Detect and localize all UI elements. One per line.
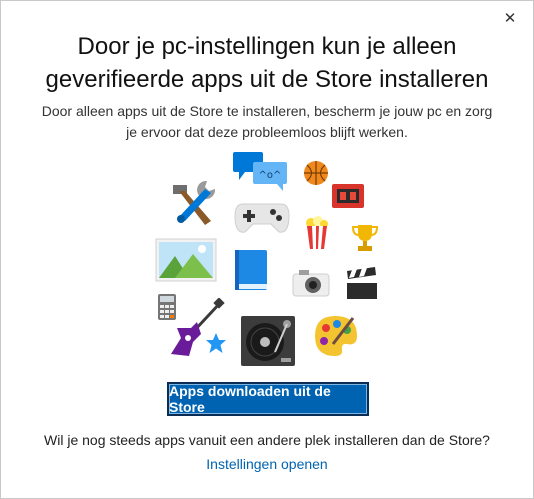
camera-icon [292,270,330,297]
star-icon [206,333,226,353]
open-settings-link-label: Instellingen openen [206,456,328,472]
download-from-store-button-label: Apps downloaden uit de Store [169,383,331,415]
download-from-store-button[interactable]: Apps downloaden uit de Store [167,382,369,416]
chat-bubbles-icon: ^o^ [233,152,287,191]
turntable-icon [241,316,295,366]
paint-palette-icon [315,316,357,356]
ticket-icon [332,184,364,208]
title-line-2: geverifieerde apps uit de Store installe… [45,66,489,93]
basketball-icon [304,161,328,185]
security-dialog: ✕ Door je pc-instellingen kun je alleen … [0,0,534,499]
close-button[interactable]: ✕ [501,9,519,27]
open-settings-link[interactable]: Instellingen openen [1,456,533,472]
clapperboard-icon [347,267,377,299]
app-icons-collage: ^o^ [151,148,391,368]
landscape-photo-icon [155,238,217,282]
title-line-1: Door je pc-instellingen kun je alleen [77,33,457,60]
dialog-subtitle: Door alleen apps uit de Store te install… [31,101,503,143]
subtitle-line-1: Door alleen apps uit de Store te install… [41,103,493,119]
dialog-title: Door je pc-instellingen kun je alleen ge… [1,30,533,96]
popcorn-icon [306,216,328,249]
svg-text:^o^: ^o^ [259,170,282,181]
subtitle-line-2: je ervoor dat deze probleemloos blijft w… [126,124,408,140]
trophy-icon [351,225,379,251]
close-icon: ✕ [503,10,517,27]
tools-icon [173,180,216,225]
gamepad-icon [234,203,290,233]
other-source-question: Wil je nog steeds apps vanuit een andere… [44,432,490,448]
book-icon [235,250,267,290]
